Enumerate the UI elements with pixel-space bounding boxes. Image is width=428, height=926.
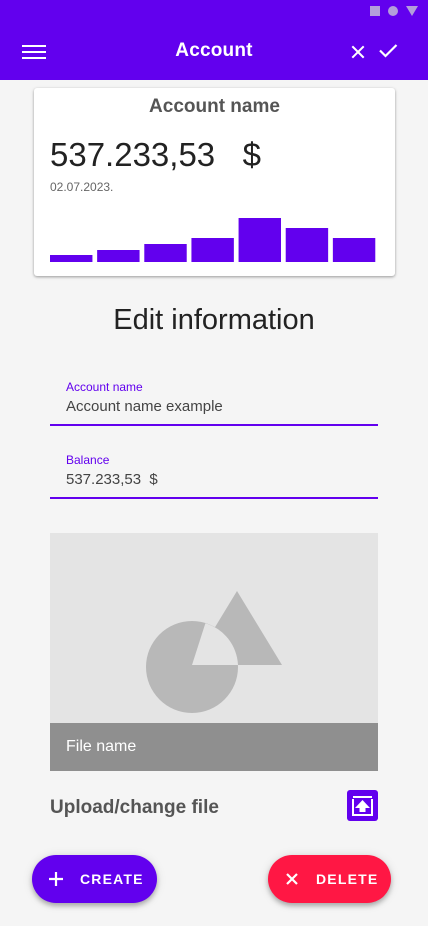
chart-bar [191,238,234,262]
delete-button[interactable]: DELETE [268,855,391,903]
status-triangle-icon [406,6,418,16]
create-button[interactable]: CREATE [32,855,157,903]
chart-bar [332,238,376,262]
status-square-icon [370,6,380,16]
card-account-name: Account name [149,96,280,117]
create-button-label: CREATE [80,871,144,887]
status-bar [0,0,428,24]
close-icon[interactable] [346,40,370,64]
delete-button-label: DELETE [316,871,379,887]
account-name-label: Account name [66,380,143,394]
card-balance: 537.233,53 $ [50,136,262,173]
balance-bar-chart [50,218,376,262]
app-bar: Account [0,24,428,80]
account-name-input[interactable]: Account name example [66,398,223,415]
file-preview[interactable]: File name [50,533,378,771]
close-icon [286,873,298,885]
account-summary-card: Account name 537.233,53 $ 02.07.2023. [34,88,395,276]
chart-bar [285,228,329,262]
upload-icon[interactable] [347,790,378,821]
plus-icon [49,872,63,886]
chart-bar [144,244,187,262]
chart-bar [238,218,281,262]
image-placeholder-icon [146,591,282,713]
check-icon[interactable] [376,38,400,62]
balance-input[interactable]: 537.233,53 $ [66,471,158,488]
card-date: 02.07.2023. [50,180,114,194]
section-title: Edit information [113,304,315,336]
chart-bar [50,255,93,262]
status-icons [370,6,418,16]
balance-field[interactable]: Balance 537.233,53 $ [50,447,378,499]
file-caption: File name [50,723,378,771]
chart-bar [97,250,140,262]
balance-label: Balance [66,453,110,467]
file-name: File name [66,738,137,755]
status-circle-icon [388,6,398,16]
account-name-field[interactable]: Account name Account name example [50,374,378,426]
upload-label: Upload/change file [50,797,219,818]
